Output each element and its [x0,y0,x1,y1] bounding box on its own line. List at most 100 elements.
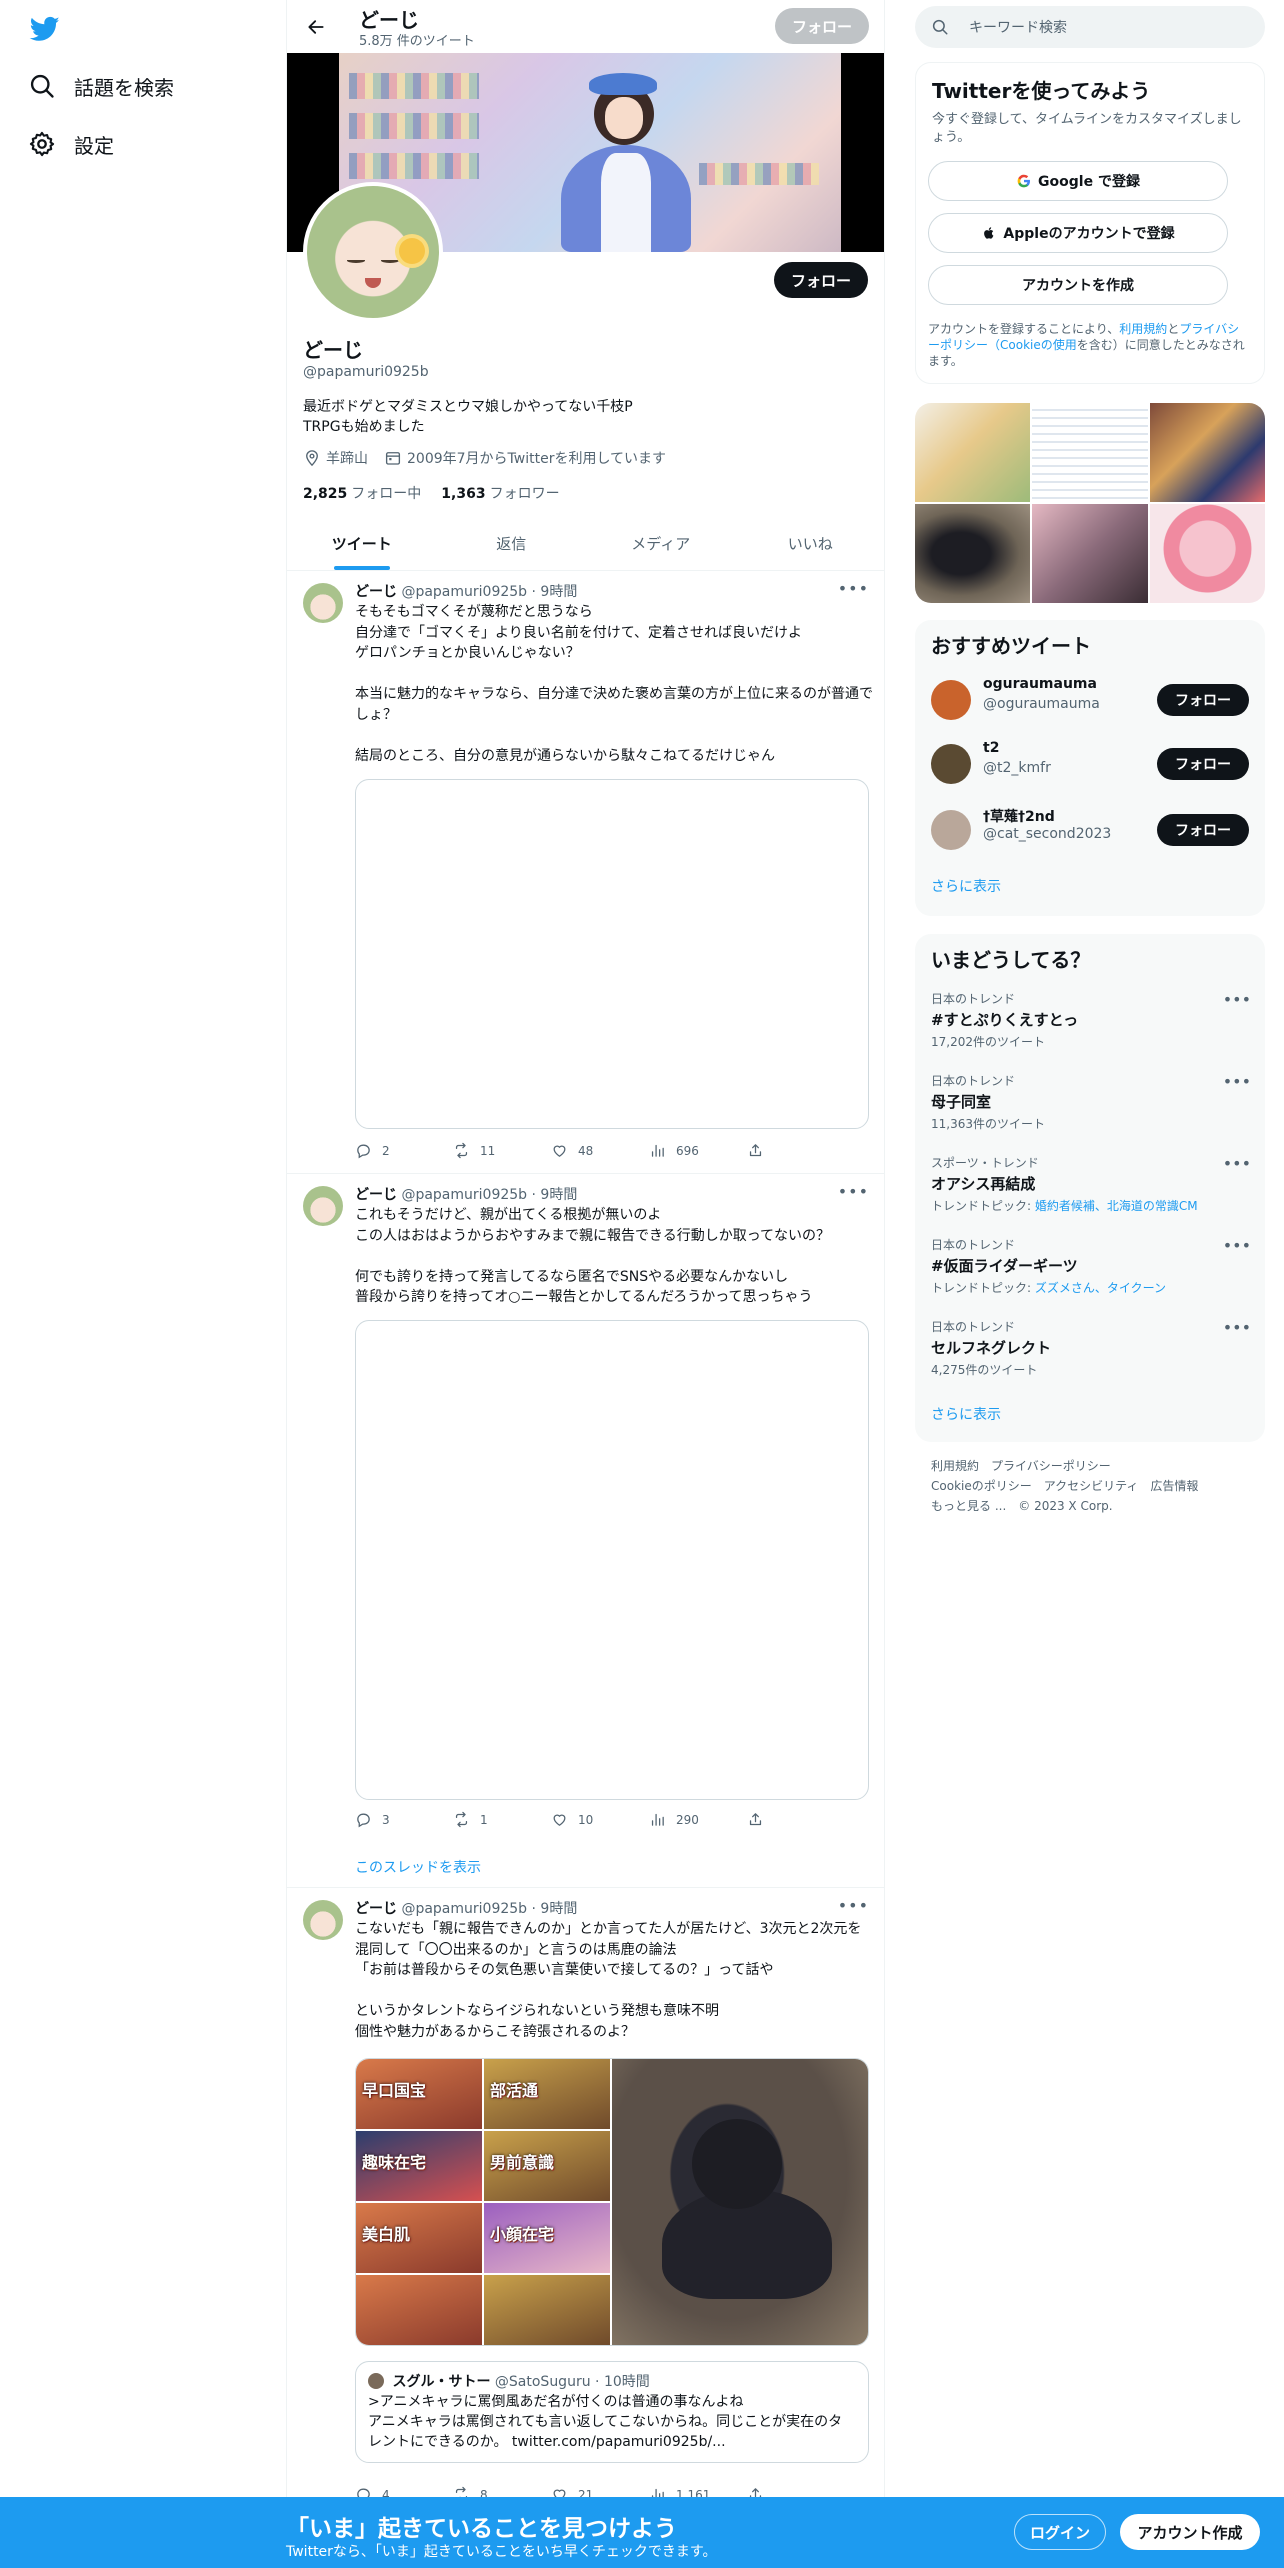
media-thumbnail[interactable] [915,504,1031,603]
location-pin-icon [306,450,318,467]
trend-item[interactable]: 日本のトレンド #すとぷりくえすとっ 17,202件のツイート ••• [931,990,1251,1050]
profile-media-grid [915,403,1265,603]
analytics-icon [651,1144,664,1157]
more-options-icon[interactable]: ••• [1223,1072,1251,1091]
media-thumbnail[interactable] [1149,403,1265,502]
create-account-button[interactable]: アカウントを作成 [928,265,1228,305]
following-link[interactable]: 2,825 フォロー中 [303,483,421,503]
terms-link[interactable]: 利用規約 [1119,322,1167,336]
tweet-image-pair[interactable]: 早口国宝 部活通 趣味在宅 男前意識 美白肌 小顔在宅 [355,2058,869,2346]
more-options-icon[interactable]: ••• [838,579,869,598]
tweet-author-name[interactable]: どーじ [355,1901,397,1917]
reply-button[interactable]: 2 [355,1142,453,1159]
bio-line: TRPGも始めました [303,419,425,435]
media-thumbnail[interactable] [1032,403,1148,502]
retweet-button[interactable]: 11 [453,1142,551,1159]
follow-button[interactable]: フォロー [1157,814,1249,846]
show-more-link[interactable]: さらに表示 [931,876,1001,896]
apple-icon [984,227,994,239]
views-button[interactable]: 290 [649,1811,747,1828]
footer-more-link[interactable]: もっと見る ... [931,1499,1006,1513]
views-button[interactable]: 696 [649,1142,747,1159]
tab-media[interactable]: メディア [586,518,736,570]
show-thread-link[interactable]: このスレッドを表示 [355,1857,481,1877]
tweet[interactable]: どーじ @papamuri0925b · 9時間 ••• これもそうだけど、親が… [287,1174,884,1888]
footer-accessibility-link[interactable]: アクセシビリティ [1044,1479,1139,1493]
more-options-icon[interactable]: ••• [1223,1318,1251,1337]
footer-terms-link[interactable]: 利用規約 [931,1459,979,1473]
reply-icon [357,1813,370,1828]
gorilla-image[interactable] [612,2059,868,2345]
trend-item[interactable]: スポーツ・トレンド オアシス再結成 トレンドトピック: 婚約者候補、北海道の常識… [931,1154,1251,1214]
trend-topic-link[interactable]: 婚約者候補、北海道の常識CM [1035,1199,1198,1213]
more-options-icon[interactable]: ••• [1223,990,1251,1009]
recommended-user[interactable]: oguraumauma @oguraumauma フォロー [931,676,1249,724]
follow-button[interactable]: フォロー [1157,748,1249,780]
like-button[interactable]: 48 [551,1142,649,1159]
tweet[interactable]: どーじ @papamuri0925b · 9時間 ••• こないだも「親に報告で… [287,1888,884,2528]
more-options-icon[interactable]: ••• [1223,1154,1251,1173]
like-button[interactable]: 10 [551,1811,649,1828]
tweet-author-handle[interactable]: @papamuri0925b [401,1187,527,1203]
recommended-user-name: †草薙†2nd [983,809,1055,825]
quoted-tweet[interactable]: スグル・サトー @SatoSuguru · 10時間 >アニメキャラに罵倒風あだ… [355,2361,869,2463]
followers-link[interactable]: 1,363 フォロワー [441,483,559,503]
reply-button[interactable]: 3 [355,1811,453,1828]
collage-image[interactable]: 早口国宝 部活通 趣味在宅 男前意識 美白肌 小顔在宅 [356,2059,610,2345]
media-thumbnail[interactable] [915,403,1031,502]
trend-topic-link[interactable]: ズズメさん、タイクーン [1035,1281,1166,1295]
nav-explore[interactable]: 話題を検索 [28,66,174,106]
search-input[interactable]: キーワード検索 [915,6,1265,48]
tweet-author-name[interactable]: どーじ [355,584,397,600]
tweet-author-handle[interactable]: @papamuri0925b [401,584,527,600]
tweet-time[interactable]: 9時間 [540,584,577,600]
avatar[interactable] [931,810,971,850]
footer-privacy-link[interactable]: プライバシーポリシー [991,1459,1111,1473]
more-options-icon[interactable]: ••• [838,1896,869,1915]
tweet-author-name[interactable]: どーじ [355,1187,397,1203]
share-button[interactable] [747,1142,845,1159]
follow-button[interactable]: フォロー [1157,684,1249,716]
media-thumbnail[interactable] [1032,504,1148,603]
tweet-media-card[interactable] [355,1320,869,1800]
footer-cookie-link[interactable]: Cookieのポリシー [931,1479,1032,1493]
share-button[interactable] [747,1811,845,1828]
profile-avatar[interactable] [303,182,443,322]
tweet[interactable]: どーじ @papamuri0925b · 9時間 ••• そもそもゴマくそが蔑称… [287,571,884,1174]
back-button[interactable] [299,10,333,44]
tweet-avatar[interactable] [303,1900,343,1940]
tweet-author-handle[interactable]: @papamuri0925b [401,1901,527,1917]
retweet-button[interactable]: 1 [453,1811,551,1828]
signup-button[interactable]: アカウント作成 [1120,2514,1260,2550]
media-thumbnail[interactable] [1149,504,1265,603]
nav-settings[interactable]: 設定 [28,124,114,164]
header-follow-button[interactable]: フォロー [775,8,869,44]
apple-signup-button[interactable]: Appleのアカウントで登録 [928,213,1228,253]
share-icon [749,1813,762,1826]
login-button[interactable]: ログイン [1014,2514,1106,2550]
recommended-user[interactable]: †草薙†2nd @cat_second2023 フォロー [931,806,1249,854]
footer-ads-link[interactable]: 広告情報 [1150,1479,1198,1493]
trend-item[interactable]: 日本のトレンド セルフネグレクト 4,275件のツイート ••• [931,1318,1251,1378]
trend-item[interactable]: 日本のトレンド 母子同室 11,363件のツイート ••• [931,1072,1251,1132]
tab-likes[interactable]: いいね [736,518,885,570]
tweet-time[interactable]: 9時間 [540,1187,577,1203]
show-more-link[interactable]: さらに表示 [931,1404,1001,1424]
trends-title: いまどうしてる？ [931,948,1091,972]
tab-replies[interactable]: 返信 [437,518,587,570]
follow-button[interactable]: フォロー [774,262,868,298]
avatar[interactable] [931,680,971,720]
recommended-user[interactable]: t2 @t2_kmfr フォロー [931,740,1249,788]
trend-title: セルフネグレクト [931,1339,1052,1357]
tweet-avatar[interactable] [303,1186,343,1226]
more-options-icon[interactable]: ••• [1223,1236,1251,1255]
tab-tweets[interactable]: ツイート [287,518,437,570]
tweet-time[interactable]: 9時間 [540,1901,577,1917]
tweet-media-card[interactable] [355,779,869,1129]
avatar[interactable] [931,744,971,784]
tweet-avatar[interactable] [303,583,343,623]
more-options-icon[interactable]: ••• [838,1182,869,1201]
twitter-logo-icon[interactable] [28,14,62,44]
google-signup-button[interactable]: Google で登録 [928,161,1228,201]
trend-item[interactable]: 日本のトレンド #仮面ライダーギーツ トレンドトピック: ズズメさん、タイクーン… [931,1236,1251,1296]
